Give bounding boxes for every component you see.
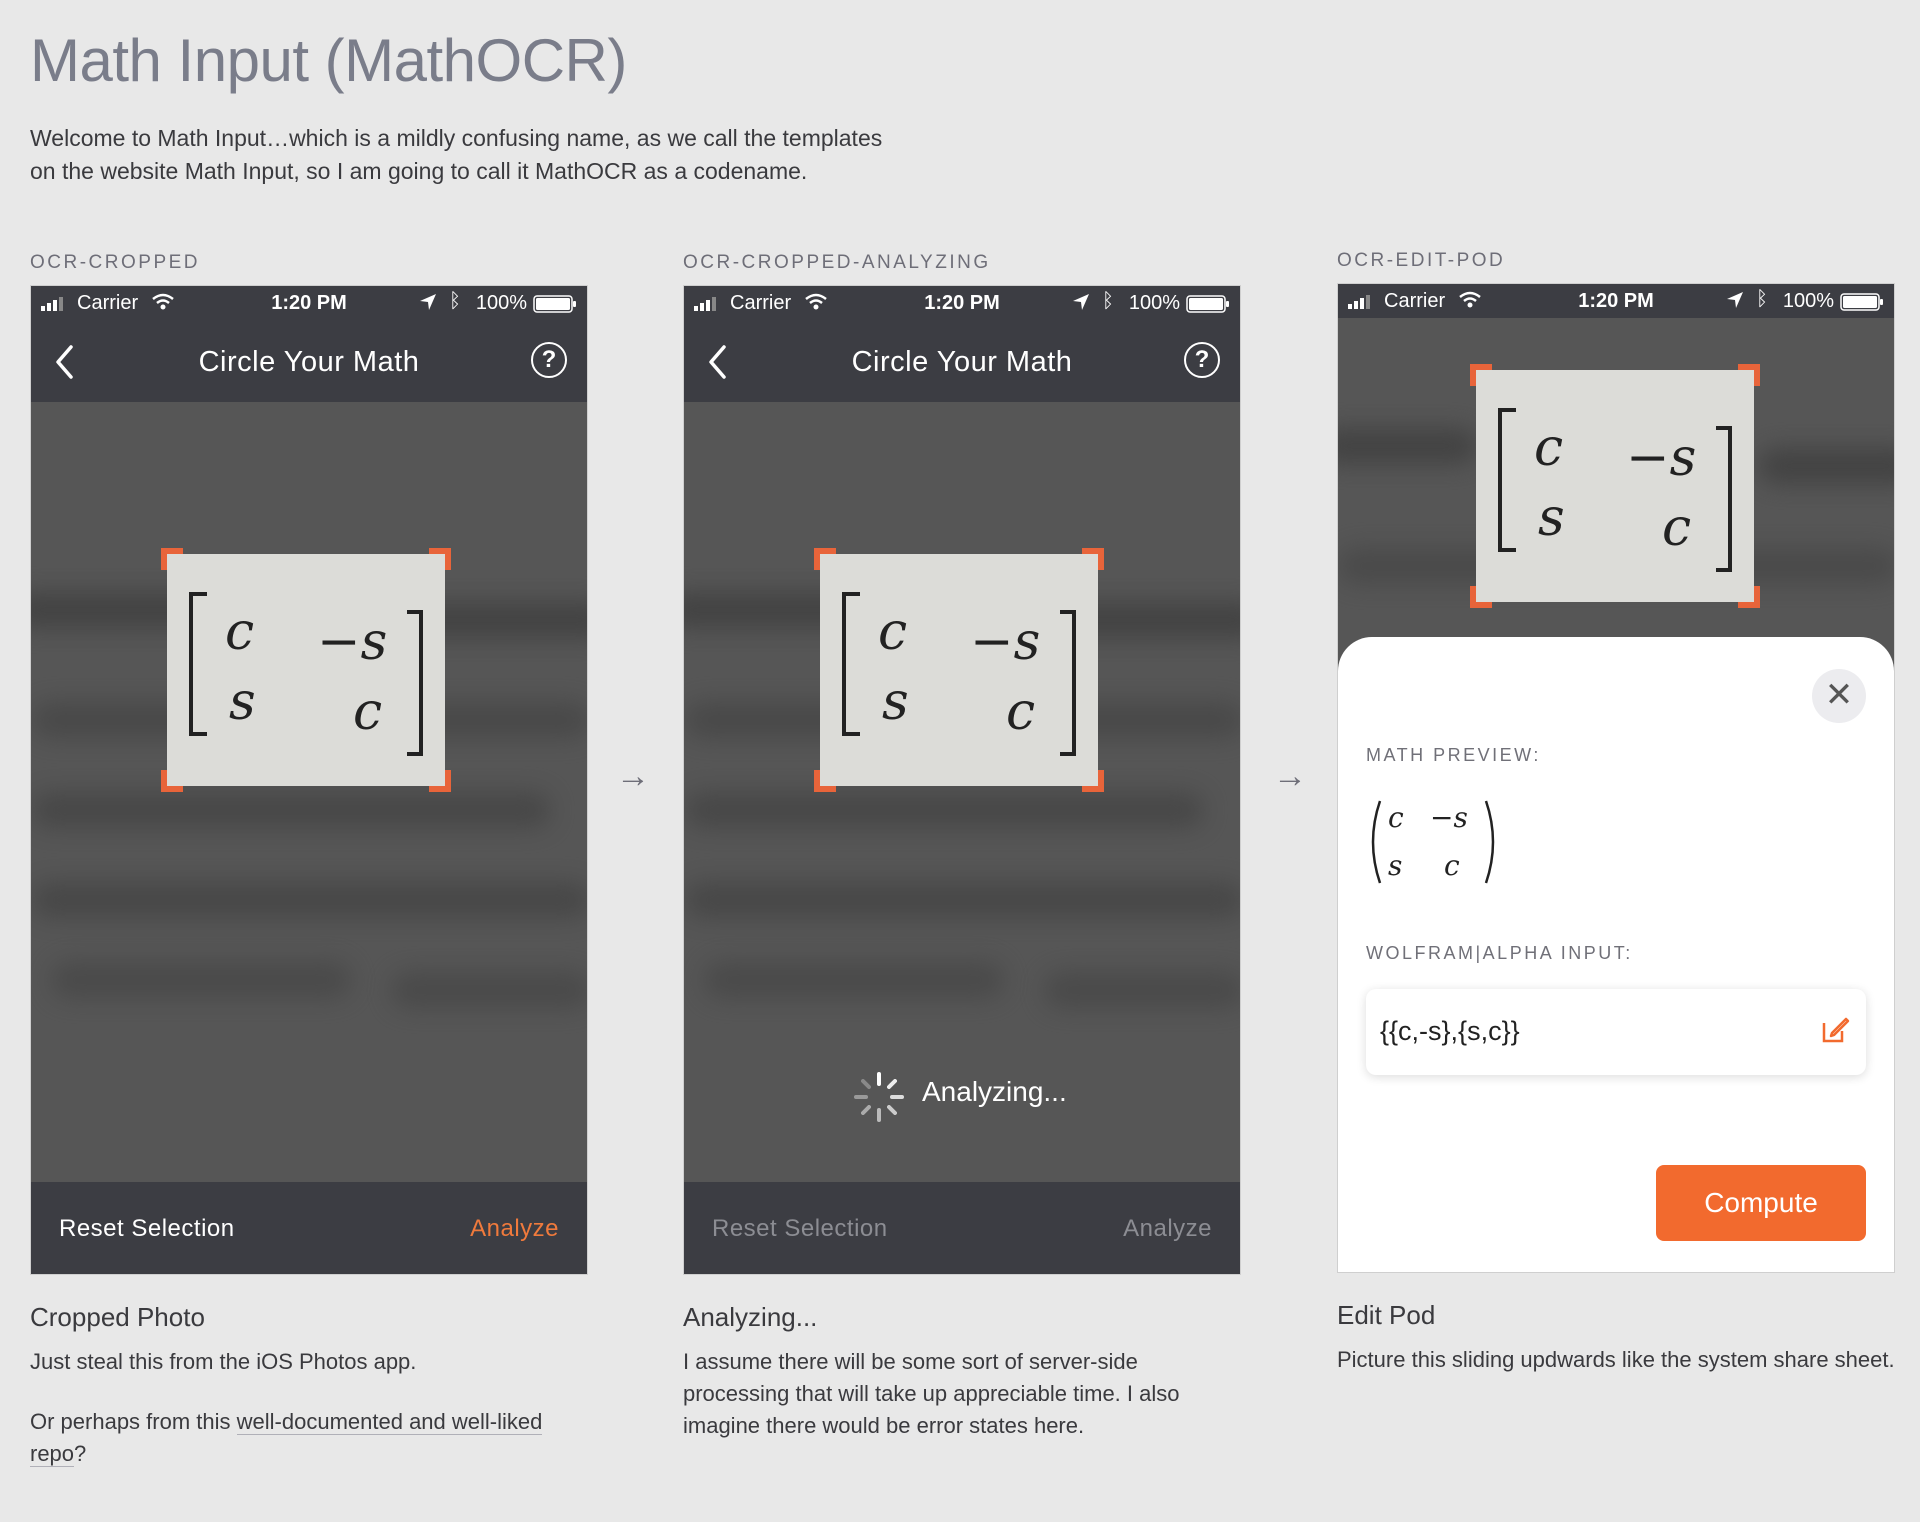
battery-icon — [1186, 295, 1229, 313]
battery-icon — [1840, 293, 1883, 311]
page-title: Math Input (MathOCR) — [30, 27, 627, 94]
bluetooth-icon: ᛒ — [1102, 290, 1114, 312]
matrix-cell: −s — [1430, 801, 1468, 834]
edit-icon[interactable] — [1820, 1015, 1850, 1045]
reset-selection-button: Reset Selection — [712, 1215, 888, 1242]
matrix-brackets — [842, 592, 1076, 756]
battery-percent: 100% — [475, 292, 527, 314]
math-preview-label: MATH PREVIEW: — [1366, 745, 1541, 765]
crop-handle — [1470, 586, 1492, 608]
matrix-cell: c — [1444, 849, 1460, 882]
caption-title: Cropped Photo — [30, 1302, 205, 1332]
phone-screen-cropped: Carrier 1:20 PM ᛒ 100% Circle Your Math … — [30, 285, 588, 1275]
caption-text: Picture this sliding updwards like the s… — [1337, 1347, 1895, 1372]
crop-handle — [1082, 770, 1104, 792]
flow-arrow: → — [616, 757, 650, 795]
flow-arrow: → — [1273, 757, 1307, 795]
crop-handle[interactable] — [161, 548, 183, 570]
crop-handle — [1738, 586, 1760, 608]
analyze-button: Analyze — [1123, 1215, 1212, 1242]
nav-title: Circle Your Math — [851, 346, 1073, 378]
location-icon — [1727, 292, 1743, 308]
battery-percent: 100% — [1782, 290, 1834, 312]
nav-bar: Circle Your Math ? — [31, 320, 587, 402]
matrix-cell: c — [353, 682, 383, 742]
nav-title: Circle Your Math — [198, 346, 420, 378]
bottom-toolbar: Reset Selection Analyze — [684, 1182, 1240, 1274]
caption-text-prefix: Or perhaps from this — [30, 1409, 237, 1434]
close-icon[interactable]: ✕ — [1812, 669, 1866, 723]
caption-title: Analyzing... — [683, 1302, 818, 1332]
analyze-button[interactable]: Analyze — [470, 1215, 559, 1243]
spinner-icon — [854, 1072, 904, 1122]
caption-text: I assume there will be some sort of serv… — [683, 1349, 1180, 1438]
crop-selection[interactable]: c −s s c — [161, 548, 451, 792]
intro-text: Welcome to Math Input…which is a mildly … — [30, 125, 883, 184]
caption-text-link-line: Or perhaps from this well-documented and… — [30, 1406, 570, 1470]
crop-handle — [1738, 364, 1760, 386]
phone-screen-edit-pod: Carrier 1:20 PM ᛒ 100% c −s s c ✕ MATH P… — [1337, 283, 1895, 1273]
location-icon — [1073, 294, 1089, 310]
status-bar: Carrier 1:20 PM ᛒ 100% — [1338, 284, 1894, 318]
crop-handle[interactable] — [161, 770, 183, 792]
wolfram-input-value[interactable]: {{c,-s},{s,c}} — [1380, 1016, 1520, 1047]
edit-pod-sheet: ✕ MATH PREVIEW: c −s s c WOLFRAM|ALPHA I… — [1338, 637, 1894, 1272]
nav-bar: Circle Your Math ? — [684, 320, 1240, 402]
caption-text-suffix: ? — [74, 1441, 87, 1466]
bluetooth-icon: ᛒ — [449, 290, 461, 312]
screen-label-cropped: OCR-CROPPED — [30, 252, 201, 273]
wolfram-input-label: WOLFRAM|ALPHA INPUT: — [1366, 943, 1633, 963]
matrix-cell: s — [1538, 488, 1565, 548]
crop-handle — [1082, 548, 1104, 570]
matrix-cell: −s — [317, 612, 388, 672]
caption-title: Edit Pod — [1337, 1300, 1436, 1330]
status-bar: Carrier 1:20 PM ᛒ 100% — [684, 286, 1240, 320]
crop-handle[interactable] — [429, 770, 451, 792]
location-icon — [420, 294, 436, 310]
photo-background — [684, 402, 1240, 1182]
reset-selection-button[interactable]: Reset Selection — [59, 1215, 235, 1243]
crop-handle — [814, 548, 836, 570]
matrix-brackets — [1498, 408, 1732, 572]
help-icon[interactable]: ? — [1184, 342, 1220, 378]
matrix-cell: s — [1388, 849, 1403, 882]
analyzing-text: Analyzing... — [922, 1076, 1067, 1107]
bottom-toolbar: Reset Selection Analyze — [31, 1182, 587, 1274]
matrix-cell: −s — [1626, 428, 1697, 488]
matrix-cell: s — [229, 672, 256, 732]
matrix-cell: c — [1662, 498, 1692, 558]
caption-text: Just steal this from the iOS Photos app. — [30, 1349, 417, 1374]
help-icon[interactable]: ? — [531, 342, 567, 378]
bluetooth-icon: ᛒ — [1756, 288, 1768, 310]
crop-selection[interactable]: c −s s c — [814, 548, 1104, 792]
matrix-cell: −s — [970, 612, 1041, 672]
crop-handle — [1470, 364, 1492, 386]
battery-percent: 100% — [1128, 292, 1180, 314]
wolfram-input-field[interactable]: {{c,-s},{s,c}} — [1366, 989, 1866, 1075]
matrix-cell: c — [1006, 682, 1036, 742]
screen-label-edit-pod: OCR-EDIT-POD — [1337, 250, 1506, 271]
matrix-cell: s — [882, 672, 909, 732]
crop-handle — [814, 770, 836, 792]
photo-background — [31, 402, 587, 1182]
matrix-cell: c — [878, 602, 908, 662]
crop-selection: c −s s c — [1470, 364, 1760, 608]
matrix-cell: c — [1534, 418, 1564, 478]
matrix-brackets — [189, 592, 423, 756]
crop-handle[interactable] — [429, 548, 451, 570]
math-preview: c −s s c — [1366, 797, 1566, 887]
status-bar: Carrier 1:20 PM ᛒ 100% — [31, 286, 587, 320]
matrix-cell: c — [225, 602, 255, 662]
compute-button[interactable]: Compute — [1656, 1165, 1866, 1241]
battery-icon — [533, 295, 576, 313]
matrix-cell: c — [1388, 801, 1404, 834]
screen-label-analyzing: OCR-CROPPED-ANALYZING — [683, 252, 991, 273]
phone-screen-analyzing: Carrier 1:20 PM ᛒ 100% Circle Your Math … — [683, 285, 1241, 1275]
